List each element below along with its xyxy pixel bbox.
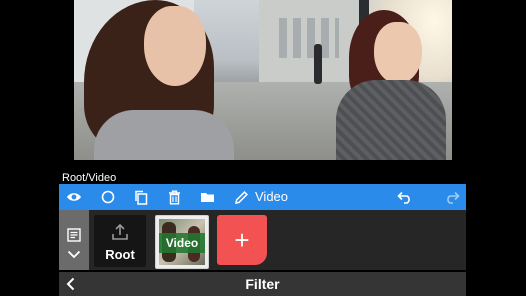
layer-tile-root[interactable]: Root [94,215,146,267]
redo-icon[interactable] [440,184,464,210]
eye-icon[interactable] [64,184,84,210]
screen-title: Filter [245,276,280,292]
add-layer-button[interactable]: + [217,215,267,265]
timeline-side-panel [59,210,89,270]
layer-tile-label: Root [105,247,135,262]
undo-icon[interactable] [393,184,417,210]
folder-icon[interactable] [196,184,218,210]
layer-tile-video[interactable]: Video [155,215,209,269]
preview-subject-body [94,110,234,160]
layer-tile-label: Video [159,233,205,253]
video-preview[interactable] [74,0,452,160]
trash-icon[interactable] [163,184,185,210]
preview-subject-body [336,80,446,160]
copy-icon[interactable] [130,184,152,210]
chevron-left-icon[interactable] [59,272,81,296]
preview-windows [279,18,339,58]
preview-subject-face [374,22,422,84]
toolbar-video-label[interactable]: Video [255,184,288,210]
preview-subject-face [144,6,206,86]
upload-icon [111,223,129,246]
list-icon[interactable] [59,228,89,242]
editor-screen: Root/Video Video Root Video + Filter [0,0,526,296]
preview-background-person [314,44,322,84]
pencil-icon[interactable] [230,184,252,210]
breadcrumb: Root/Video [62,172,117,184]
circle-icon[interactable] [97,184,119,210]
layer-toolbar: Video [59,184,466,210]
chevron-down-icon[interactable] [59,250,89,259]
bottom-bar: Filter [59,272,466,296]
